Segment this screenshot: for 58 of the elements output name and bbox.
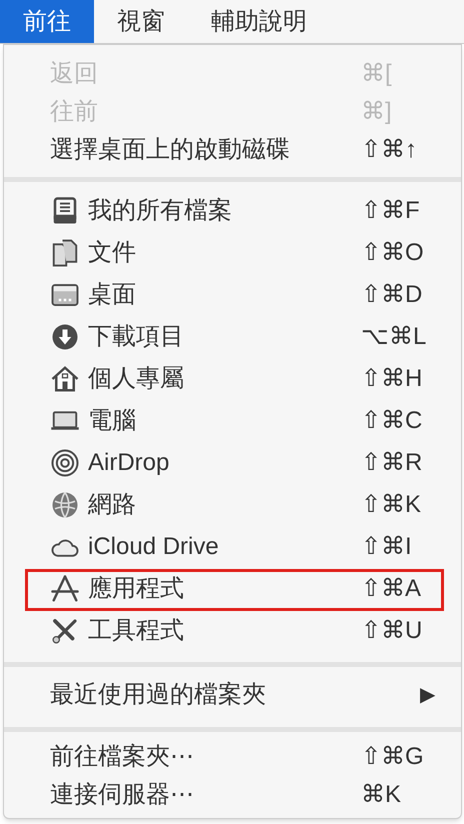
menu-bar-item[interactable]: 前往	[0, 0, 94, 43]
shortcut-label: ⇧⌘D	[361, 280, 424, 310]
shortcut-label: ⇧⌘H	[361, 364, 424, 394]
menu-item-label: 網路	[88, 490, 136, 520]
menu-item[interactable]: 連接伺服器⋯ ⌘K	[50, 777, 435, 813]
menu-item-label: 我的所有檔案	[88, 196, 232, 226]
menu-item-label: 最近使用過的檔案夾	[50, 680, 266, 710]
shortcut-label: ⇧⌘U	[361, 616, 424, 646]
shortcut-label: ⇧⌘O	[361, 238, 425, 268]
menu-item[interactable]: 最近使用過的檔案夾 ▶	[50, 677, 435, 713]
menu-item-label: 選擇桌面上的啟動磁碟	[50, 135, 290, 165]
menu-item-label: 電腦	[88, 406, 136, 436]
menu-item-label: 往前	[50, 97, 98, 127]
shortcut-label: ⇧⌘R	[361, 448, 424, 478]
shortcut-label: ⌥⌘L	[361, 322, 428, 352]
menu-item-label: 返回	[50, 59, 98, 89]
shortcut-label: ⇧⌘C	[361, 406, 424, 436]
menu-item[interactable]: 個人專屬 ⇧⌘H	[50, 361, 435, 397]
shortcut-label: ⌘K	[361, 780, 402, 810]
submenu-arrow: ▶	[420, 683, 435, 708]
shortcut-label: ⇧⌘↑	[361, 135, 418, 165]
menu-item[interactable]: 選擇桌面上的啟動磁碟 ⇧⌘↑	[50, 132, 435, 168]
menu-item-label: 連接伺服器⋯	[50, 780, 194, 810]
menu-item[interactable]: 工具程式 ⇧⌘U	[50, 613, 435, 649]
shortcut-label: ⇧⌘F	[361, 196, 421, 226]
menu-item-label: 工具程式	[88, 616, 184, 646]
menu-item[interactable]: iCloud Drive ⇧⌘I	[50, 529, 435, 565]
menu-item[interactable]: 電腦 ⇧⌘C	[50, 403, 435, 439]
menu-item-label: 個人專屬	[88, 364, 184, 394]
menu-item[interactable]: 桌面 ⇧⌘D	[50, 277, 435, 313]
pencil-ruler-icon	[50, 574, 80, 604]
menu-item-label: AirDrop	[88, 448, 170, 478]
menu-item-label: 應用程式	[88, 574, 184, 604]
menu-bar-item[interactable]: 視窗	[94, 0, 188, 43]
menu-item[interactable]: 應用程式 ⇧⌘A	[50, 571, 435, 607]
menu-item-label: 下載項目	[88, 322, 184, 352]
shortcut-label: ⌘[	[361, 59, 393, 89]
menu-item[interactable]: 前往檔案夾⋯ ⇧⌘G	[50, 739, 435, 775]
signal-icon	[50, 448, 80, 478]
house-icon	[50, 364, 80, 394]
menu-bar-item[interactable]: 輔助說明	[188, 0, 330, 43]
menu-item[interactable]: 文件 ⇧⌘O	[50, 235, 435, 271]
shortcut-label: ⇧⌘I	[361, 532, 413, 562]
menu-item[interactable]: 我的所有檔案 ⇧⌘F	[50, 193, 435, 229]
shortcut-label: ⇧⌘G	[361, 742, 425, 772]
menu-item-label: 前往檔案夾⋯	[50, 742, 194, 772]
download-icon	[50, 322, 80, 352]
shortcut-label: ⌘]	[361, 97, 393, 127]
menu-item[interactable]: 下載項目 ⌥⌘L	[50, 319, 435, 355]
globe-icon	[50, 490, 80, 520]
menu-item[interactable]: AirDrop ⇧⌘R	[50, 445, 435, 481]
menu-item-label: 桌面	[88, 280, 136, 310]
menu-item-label: 文件	[88, 238, 136, 268]
menu-item[interactable]: 網路 ⇧⌘K	[50, 487, 435, 523]
shortcut-label: ⇧⌘K	[361, 490, 422, 520]
menu-item-label: iCloud Drive	[88, 532, 219, 562]
documents-icon	[50, 238, 80, 268]
shortcut-label: ⇧⌘A	[361, 574, 422, 604]
